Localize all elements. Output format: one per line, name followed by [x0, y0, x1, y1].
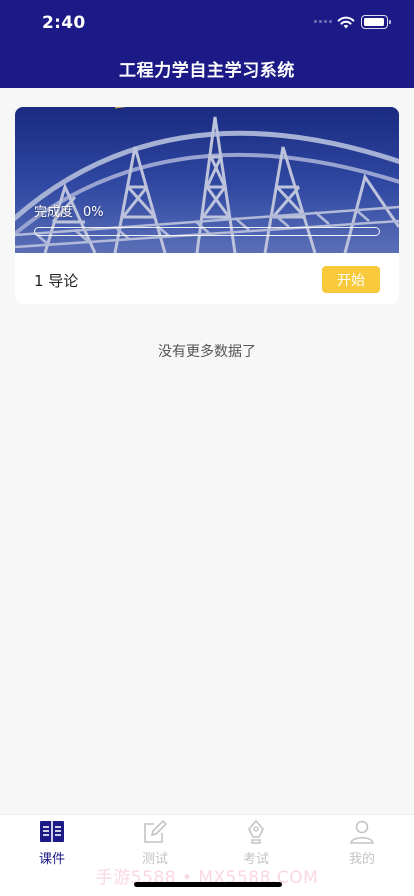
status-bar: 2:40 — [0, 0, 414, 44]
battery-icon — [361, 15, 391, 29]
progress-label-text: 完成度 — [34, 205, 74, 220]
progress-label: 完成度 0% — [34, 201, 104, 220]
signal-icon — [314, 20, 332, 23]
wifi-icon — [337, 16, 355, 29]
progress-bar — [34, 227, 380, 236]
edit-icon — [144, 819, 168, 843]
tab-test[interactable]: 测试 — [115, 819, 195, 867]
start-button[interactable]: 开始 — [322, 266, 380, 293]
progress-value: 0% — [83, 205, 104, 220]
tab-mine[interactable]: 我的 — [322, 819, 402, 867]
book-icon — [40, 821, 64, 842]
pen-icon — [248, 819, 264, 844]
lesson-title: 1 导论 — [34, 272, 79, 290]
home-indicator[interactable] — [134, 882, 282, 887]
course-card[interactable]: 完成度 0% 1 导论 开始 — [15, 107, 399, 304]
tab-exam[interactable]: 考试 — [216, 819, 296, 867]
status-time: 2:40 — [42, 13, 86, 33]
no-more-data-text: 没有更多数据了 — [158, 344, 256, 360]
course-banner-image: 完成度 0% — [15, 107, 399, 253]
person-icon — [350, 820, 374, 844]
top-bar: 2:40 工程力学自主学习系统 — [0, 0, 414, 88]
tab-courseware[interactable]: 课件 — [12, 819, 92, 867]
page-title: 工程力学自主学习系统 — [119, 61, 295, 81]
